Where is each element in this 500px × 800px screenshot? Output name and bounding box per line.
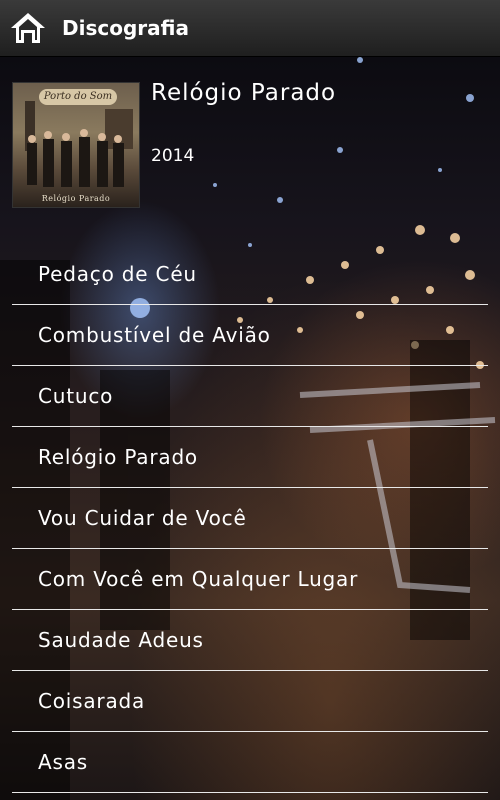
album-cover-subtitle: Relógio Parado <box>41 194 111 203</box>
app-header: Discografia <box>0 0 500 57</box>
album-year: 2014 <box>151 146 195 166</box>
home-icon <box>11 13 45 43</box>
track-item[interactable]: Saudade Adeus <box>12 610 488 671</box>
page-title: Discografia <box>62 16 189 40</box>
track-item[interactable]: Vou Cuidar de Você <box>12 488 488 549</box>
track-item[interactable]: Combustível de Avião <box>12 305 488 366</box>
track-item[interactable]: Coisarada <box>12 671 488 732</box>
album-title: Relógio Parado <box>151 80 337 106</box>
track-item[interactable]: Pedaço de Céu <box>12 244 488 305</box>
track-item[interactable]: Cutuco <box>12 366 488 427</box>
track-item[interactable]: Relógio Parado <box>12 427 488 488</box>
band-photo-illustration <box>25 101 133 187</box>
track-item[interactable]: Com Você em Qualquer Lugar <box>12 549 488 610</box>
track-item[interactable]: Asas <box>12 732 488 793</box>
home-button[interactable] <box>6 6 50 50</box>
album-cover: Porto do Som Relógio Parado <box>12 82 140 208</box>
track-list: Pedaço de Céu Combustível de Avião Cutuc… <box>12 244 488 793</box>
